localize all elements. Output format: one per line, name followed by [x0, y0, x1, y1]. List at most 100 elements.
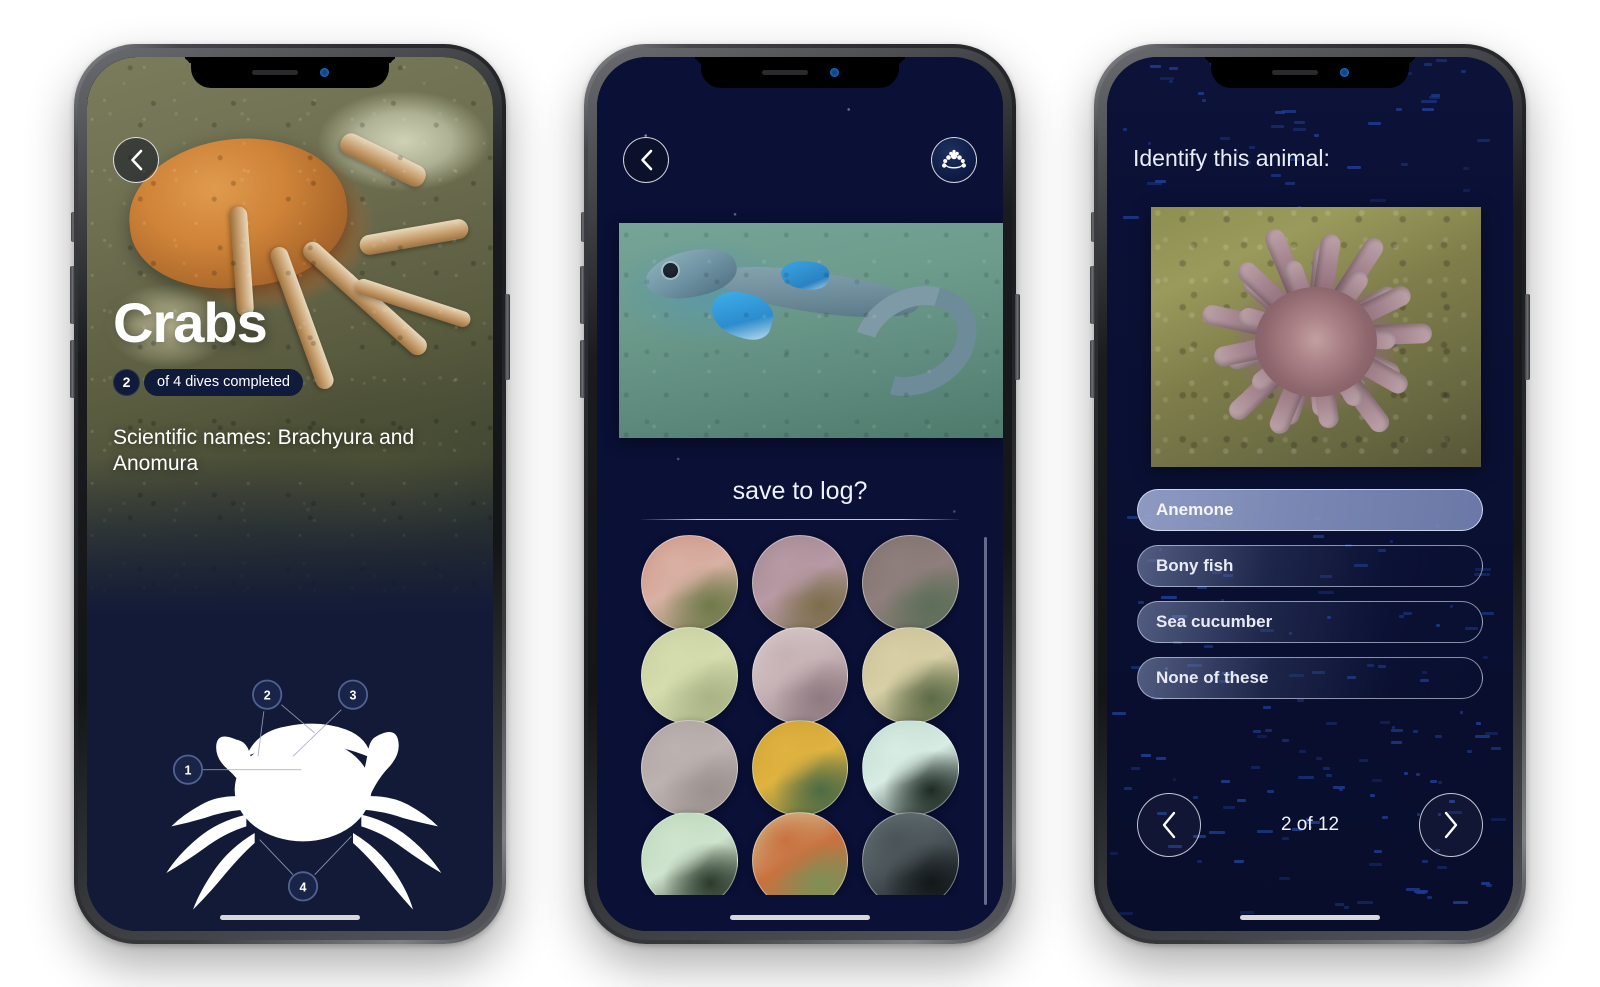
back-button[interactable]: [113, 136, 159, 183]
pixel-dot: [1325, 773, 1332, 777]
pixel-dot: [1155, 756, 1166, 760]
quiz-option-sea-cucumber[interactable]: Sea cucumber: [1137, 600, 1483, 643]
fish-body-shape: [717, 258, 921, 327]
device-notch: [1211, 56, 1409, 88]
specimen-thumbnail[interactable]: [862, 534, 959, 632]
phone-mockup-species-detail: Crabs 2 of 4 dives completed Scientific …: [70, 43, 510, 944]
crab-leg-shape: [336, 129, 430, 190]
chevron-right-icon: [1444, 811, 1458, 838]
pixel-dot: [1391, 725, 1395, 729]
crab-diagram-svg: 1 2 3 4: [166, 679, 442, 910]
power-button[interactable]: [505, 293, 510, 380]
specimen-thumbnail[interactable]: [641, 812, 738, 895]
page-title: Crabs: [113, 290, 268, 354]
volume-down-button[interactable]: [1090, 339, 1095, 398]
pixel-dot: [1431, 94, 1441, 98]
specimen-thumbnail[interactable]: [862, 812, 959, 895]
front-camera: [829, 67, 839, 77]
pixel-dot: [1485, 731, 1499, 735]
volume-down-button[interactable]: [70, 339, 75, 398]
pixel-dot: [1371, 779, 1382, 783]
pixel-dot: [1438, 781, 1443, 785]
diagram-marker-4[interactable]: 4: [287, 870, 319, 901]
pixel-dot: [1150, 65, 1162, 69]
mute-switch[interactable]: [1091, 211, 1095, 242]
diagram-marker-1[interactable]: 1: [172, 754, 204, 785]
home-indicator[interactable]: [220, 914, 360, 920]
marker-label: 1: [185, 763, 192, 777]
next-question-button[interactable]: [1418, 792, 1483, 857]
log-button[interactable]: [931, 136, 977, 183]
pixel-dot: [1316, 756, 1323, 760]
screen-save-to-log: save to log?: [597, 56, 1003, 931]
fish-pectoral-fin-shape: [706, 284, 778, 345]
pixel-dot: [1475, 721, 1481, 725]
phone-mockup-quiz: Identify this animal: Anemone Bony fish Se…: [1090, 43, 1530, 944]
pixel-dot: [1380, 721, 1391, 725]
pixel-dot: [1118, 912, 1133, 916]
mute-switch[interactable]: [581, 211, 585, 242]
specimen-thumbnail[interactable]: [751, 719, 849, 817]
pixel-dot: [1297, 698, 1305, 702]
pixel-dot: [1234, 860, 1244, 864]
specimen-thumbnail[interactable]: [862, 627, 959, 724]
power-button[interactable]: [1525, 293, 1530, 380]
diagram-marker-2[interactable]: 2: [252, 679, 283, 710]
specimen-thumbnail[interactable]: [751, 812, 849, 895]
phone-mockup-save-to-log: save to log?: [580, 43, 1020, 944]
quiz-option-bony-fish[interactable]: Bony fish: [1137, 544, 1483, 587]
pixel-dot: [1461, 69, 1467, 73]
fish-dorsal-fin-shape: [779, 257, 831, 292]
pixel-dot: [1481, 612, 1494, 616]
specimen-thumbnail[interactable]: [641, 627, 738, 724]
pixel-dot: [1130, 58, 1134, 62]
pixel-dot: [1422, 108, 1435, 112]
power-button[interactable]: [1015, 293, 1020, 380]
specimen-photo[interactable]: [619, 222, 1003, 438]
specimen-thumbnail[interactable]: [641, 719, 738, 817]
scrollbar-thumb[interactable]: [984, 536, 987, 905]
screen-quiz: Identify this animal: Anemone Bony fish Se…: [1107, 56, 1513, 931]
specimen-thumbnail[interactable]: [641, 534, 738, 632]
pixel-dot: [1123, 128, 1128, 132]
device-notch: [701, 56, 899, 88]
pixel-dot: [1172, 777, 1176, 781]
specimen-thumbnail[interactable]: [862, 719, 959, 817]
pixel-dot: [1462, 166, 1469, 170]
pixel-dot: [1256, 735, 1267, 739]
diagram-marker-3[interactable]: 3: [337, 679, 369, 710]
anemone-oral-disc: [1255, 286, 1377, 397]
volume-up-button[interactable]: [70, 265, 75, 324]
pixel-dot: [1491, 818, 1507, 822]
specimen-thumbnail[interactable]: [751, 627, 849, 724]
fish-eye-shape: [663, 262, 678, 278]
dive-progress-badge: 2 of 4 dives completed: [113, 368, 303, 396]
quiz-option-none-of-these[interactable]: None of these: [1137, 656, 1483, 699]
home-indicator[interactable]: [730, 914, 870, 920]
previous-question-button[interactable]: [1137, 792, 1201, 857]
volume-down-button[interactable]: [580, 339, 585, 398]
dive-count-label: of 4 dives completed: [144, 368, 303, 396]
home-indicator[interactable]: [1240, 914, 1380, 920]
pixel-dot: [1466, 750, 1472, 754]
pixel-dot: [1422, 860, 1429, 864]
pixel-dot: [1281, 739, 1289, 743]
pixel-dot: [1298, 775, 1315, 779]
specimen-thumbnail[interactable]: [751, 534, 849, 632]
dive-count-number: 2: [113, 368, 140, 396]
pixel-dot: [1436, 59, 1448, 63]
pixel-dot: [1480, 881, 1490, 885]
pixel-dot: [1282, 110, 1297, 114]
pixel-dot: [1219, 136, 1230, 140]
back-button[interactable]: [623, 136, 669, 183]
pixel-dot: [1124, 786, 1133, 790]
volume-up-button[interactable]: [1090, 265, 1095, 324]
pixel-dot: [1130, 767, 1140, 771]
volume-up-button[interactable]: [580, 265, 585, 324]
chevron-left-icon: [130, 149, 142, 170]
pixel-dot: [1294, 121, 1306, 125]
pixel-dot: [1403, 772, 1408, 776]
pixel-dot: [1197, 859, 1203, 863]
quiz-option-anemone[interactable]: Anemone: [1137, 488, 1483, 531]
mute-switch[interactable]: [71, 211, 75, 242]
